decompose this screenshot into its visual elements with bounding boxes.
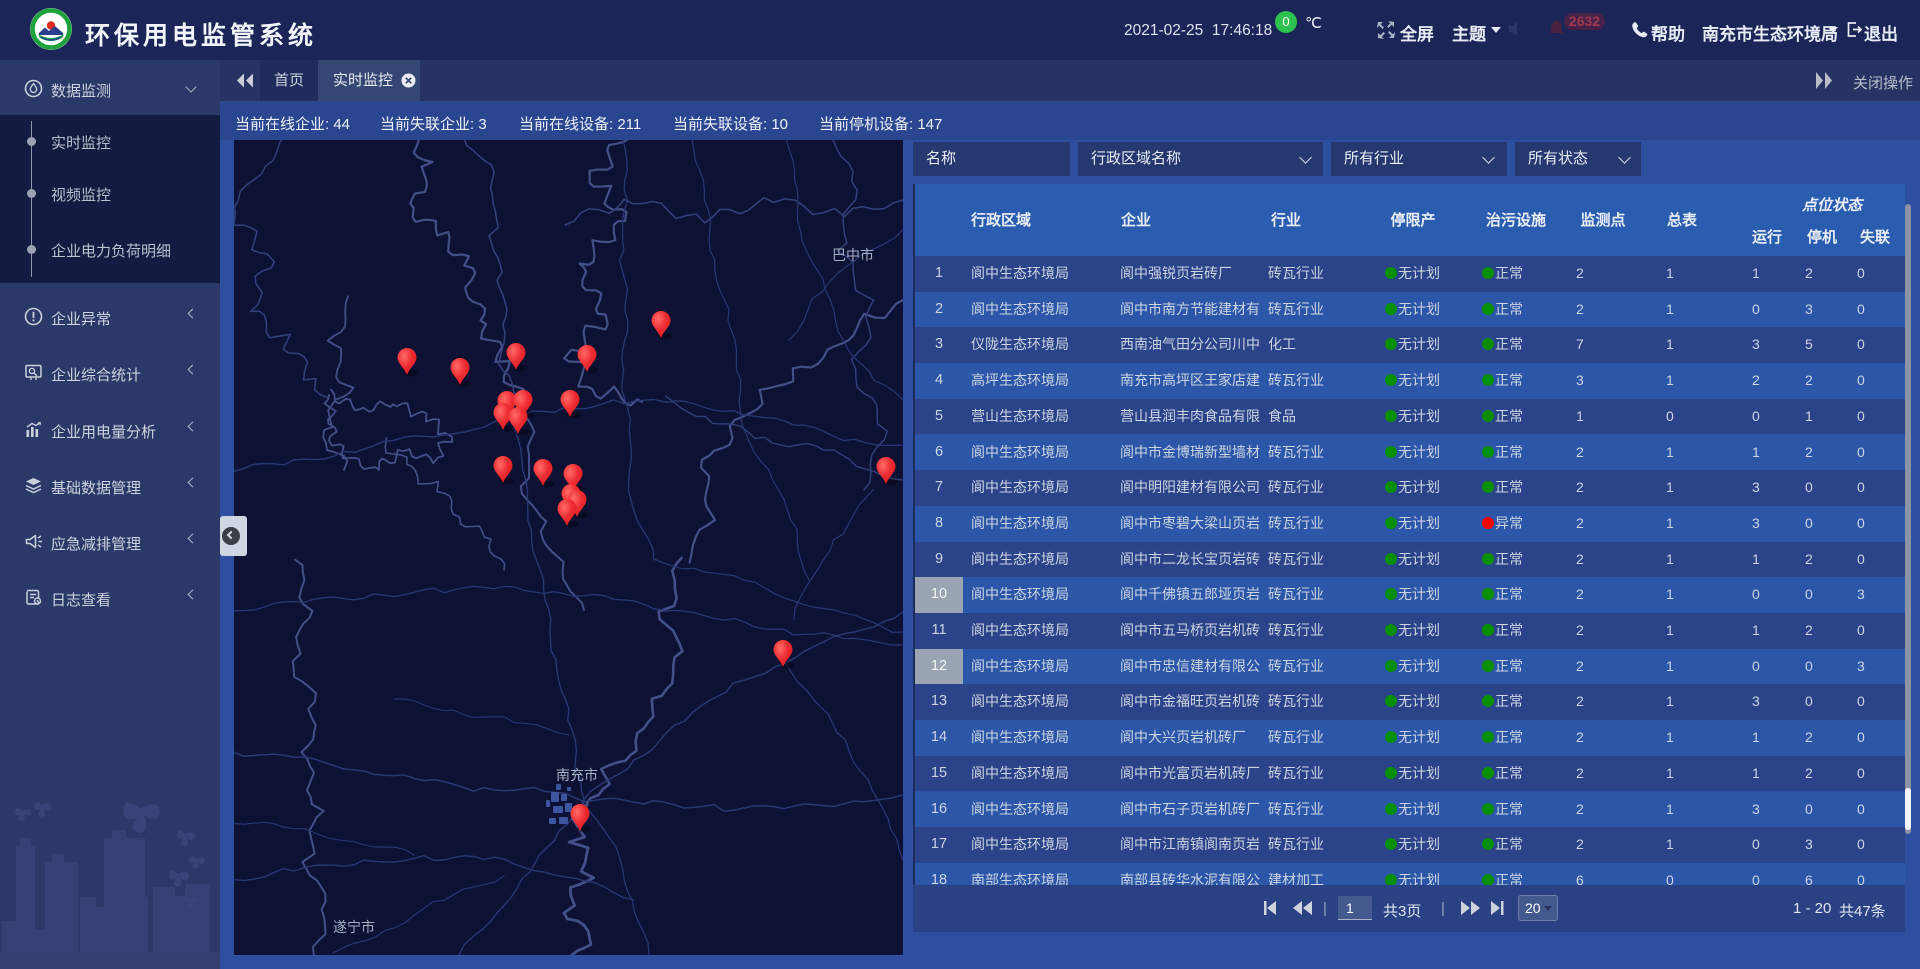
svg-text:巴中市: 巴中市 — [832, 247, 874, 263]
svg-text:遂宁市: 遂宁市 — [333, 919, 375, 935]
svg-text:南充市: 南充市 — [556, 767, 598, 783]
